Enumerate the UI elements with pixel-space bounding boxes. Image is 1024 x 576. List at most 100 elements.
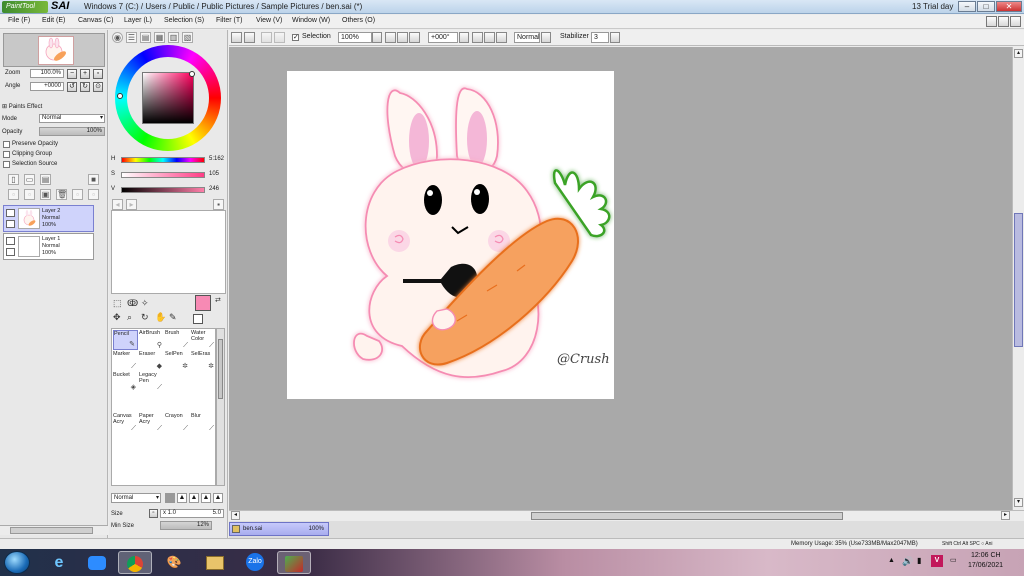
new-layer-icon[interactable]: ▯: [8, 174, 19, 185]
swap-colors-icon[interactable]: ⇄: [215, 296, 221, 304]
apply-mask-icon[interactable]: ▫: [88, 189, 99, 200]
merge-down-icon[interactable]: ▫: [24, 189, 35, 200]
canvas-hscrollbar[interactable]: ◂ ▸: [229, 510, 1024, 521]
zoom-field[interactable]: 100.0%: [30, 69, 64, 78]
scratchpad-tab-icon[interactable]: ▧: [182, 32, 193, 43]
scratchpad-left-icon[interactable]: ◂: [112, 199, 123, 210]
saturation-slider[interactable]: [121, 172, 205, 178]
brush-brush[interactable]: Brush ⟋: [165, 330, 190, 350]
hand-icon[interactable]: ✋: [155, 312, 166, 323]
canvas-vscrollbar[interactable]: ▴ ▾: [1012, 47, 1024, 510]
zoom-tool-icon[interactable]: ⌕: [127, 312, 132, 323]
scrollbar-thumb[interactable]: [1014, 213, 1023, 347]
move-icon[interactable]: ✥: [113, 312, 121, 323]
transfer-down-icon[interactable]: ▫: [8, 189, 19, 200]
chrome-icon[interactable]: [118, 551, 152, 574]
angle-field[interactable]: +0000: [30, 82, 64, 91]
scratchpad-right-icon[interactable]: ▸: [126, 199, 137, 210]
brush-shape-flat-icon[interactable]: [165, 493, 175, 503]
zoom-out-button[interactable]: −: [67, 69, 77, 79]
brush-shape-b-icon[interactable]: ▲: [189, 493, 199, 503]
rotate-left-button[interactable]: ↺: [67, 82, 77, 92]
new-folder-icon[interactable]: ▤: [40, 174, 51, 185]
document-tab-ben[interactable]: ben.sai 100%: [229, 522, 329, 536]
layer-item-layer-2[interactable]: Layer 2 Normal 100%: [3, 205, 94, 232]
rect-select-icon[interactable]: ⬚: [113, 298, 122, 309]
undo-button[interactable]: [231, 32, 242, 43]
menu-canvas[interactable]: Canvas (C): [78, 17, 113, 24]
scratchpad-menu-icon[interactable]: ▪: [213, 199, 224, 210]
swatches-tab-icon[interactable]: ▥: [168, 32, 179, 43]
scrollbar-thumb[interactable]: [10, 527, 93, 534]
hue-ring-handle[interactable]: [117, 93, 123, 99]
close-button[interactable]: ✕: [996, 1, 1022, 12]
zoom-icon[interactable]: [80, 551, 114, 574]
brush-seleras[interactable]: SelEras ✲: [191, 351, 216, 371]
scroll-right-arrow-icon[interactable]: ▸: [1001, 511, 1010, 520]
scroll-down-arrow-icon[interactable]: ▾: [1014, 498, 1023, 507]
navigator-preview[interactable]: [3, 33, 105, 67]
hue-slider[interactable]: [121, 157, 205, 163]
rotate-ccw-button[interactable]: [472, 32, 483, 43]
secondary-color-swatch[interactable]: [193, 314, 203, 324]
clock-time[interactable]: 12:06 CH: [971, 552, 1001, 559]
canvas-zoom-field[interactable]: 100%: [338, 32, 372, 43]
brush-blur[interactable]: Blur ⟋: [191, 413, 216, 433]
volume-icon[interactable]: 🔊: [902, 556, 913, 567]
brush-paper-acry[interactable]: Paper Acry ⟋: [139, 413, 164, 433]
blend-dropdown-button[interactable]: [541, 32, 551, 43]
magic-wand-icon[interactable]: ✧: [141, 298, 149, 309]
monitor-icon[interactable]: ▭: [950, 556, 957, 564]
brush-crayon[interactable]: Crayon ⟋: [165, 413, 190, 433]
scrollbar-thumb[interactable]: [218, 339, 223, 399]
invert-selection-button[interactable]: [274, 32, 285, 43]
rotate-cw-button[interactable]: [484, 32, 495, 43]
color-wheel[interactable]: [115, 45, 221, 151]
layer-panel-menu-icon[interactable]: ■: [88, 174, 99, 185]
scratchpad[interactable]: [111, 210, 226, 294]
pen-icon[interactable]: [6, 248, 15, 256]
redo-button[interactable]: [244, 32, 255, 43]
value-slider[interactable]: [121, 187, 205, 193]
rotate-reset-button[interactable]: ⊙: [93, 82, 103, 92]
menu-others[interactable]: Others (O): [342, 17, 375, 24]
clear-layer-icon[interactable]: ▣: [40, 189, 51, 200]
brush-shape-a-icon[interactable]: ▲: [177, 493, 187, 503]
menu-view[interactable]: View (V): [256, 17, 282, 24]
canvas-blend-field[interactable]: Normal: [514, 32, 540, 43]
layer-item-layer-1[interactable]: Layer 1 Normal 100%: [3, 233, 94, 260]
zoom-fit-button[interactable]: [409, 32, 420, 43]
layer-mode-select[interactable]: Normal ▾: [39, 114, 105, 123]
menu-file[interactable]: File (F): [8, 17, 30, 24]
rotate-tool-icon[interactable]: ↻: [141, 312, 149, 323]
clock-date[interactable]: 17/06/2021: [968, 562, 1003, 569]
zoom-in-button[interactable]: +: [80, 69, 90, 79]
preserve-opacity-checkbox[interactable]: [3, 141, 10, 148]
brush-grid-scrollbar[interactable]: [216, 328, 225, 486]
sai-icon[interactable]: [277, 551, 311, 574]
hsv-slider-tab-icon[interactable]: ▤: [140, 32, 151, 43]
clipping-group-checkbox[interactable]: [3, 151, 10, 158]
brush-water-color[interactable]: Water Color ⟋: [191, 330, 216, 350]
rgb-slider-tab-icon[interactable]: ☰: [126, 32, 137, 43]
brush-selpen[interactable]: SelPen ✲: [165, 351, 190, 371]
menu-filter[interactable]: Filter (T): [216, 17, 242, 24]
zoom-in-button[interactable]: [397, 32, 408, 43]
mask-icon[interactable]: ▫: [72, 189, 83, 200]
color-picker-handle[interactable]: [189, 71, 195, 77]
brush-bucket[interactable]: Bucket ◈: [113, 372, 138, 392]
layer-panel-hscrollbar[interactable]: [0, 525, 108, 535]
brush-marker[interactable]: Marker ⟋: [113, 351, 138, 371]
brush-pencil[interactable]: Pencil ✎: [113, 330, 138, 350]
stabilizer-field[interactable]: 3: [591, 32, 609, 43]
brush-airbrush[interactable]: AirBrush ⚲: [139, 330, 164, 350]
trash-icon[interactable]: 🗑: [56, 189, 67, 200]
brush-shape-d-icon[interactable]: ▲: [213, 493, 223, 503]
size-multiplier-toggle[interactable]: ▫: [149, 509, 158, 518]
brush-blend-select[interactable]: Normal ▾: [111, 493, 161, 503]
primary-color-swatch[interactable]: [195, 295, 211, 311]
vivaldi-tray-icon[interactable]: V: [931, 555, 943, 567]
minimize-button[interactable]: –: [958, 1, 976, 12]
saturation-value-square[interactable]: [142, 71, 195, 124]
pen-icon[interactable]: [6, 220, 15, 228]
